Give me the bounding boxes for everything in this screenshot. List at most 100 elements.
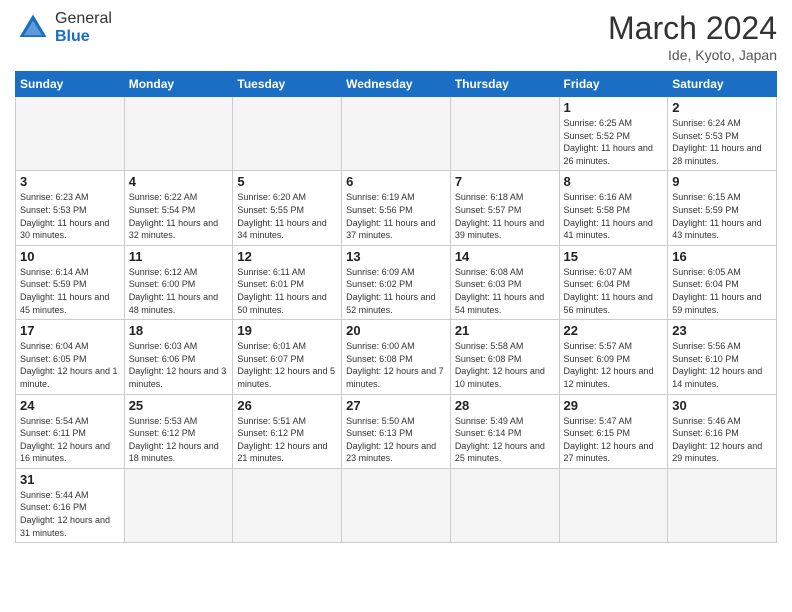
- month-year: March 2024: [608, 10, 777, 47]
- day-info: Sunrise: 5:54 AM Sunset: 6:11 PM Dayligh…: [20, 415, 120, 465]
- calendar-cell: [342, 468, 451, 542]
- day-info: Sunrise: 6:23 AM Sunset: 5:53 PM Dayligh…: [20, 191, 120, 241]
- day-info: Sunrise: 6:01 AM Sunset: 6:07 PM Dayligh…: [237, 340, 337, 390]
- day-info: Sunrise: 6:04 AM Sunset: 6:05 PM Dayligh…: [20, 340, 120, 390]
- day-info: Sunrise: 5:53 AM Sunset: 6:12 PM Dayligh…: [129, 415, 229, 465]
- calendar-cell: 21 Sunrise: 5:58 AM Sunset: 6:08 PM Dayli…: [450, 320, 559, 394]
- calendar-cell: 1Sunrise: 6:25 AM Sunset: 5:52 PM Daylig…: [559, 97, 668, 171]
- day-info: Sunrise: 6:16 AM Sunset: 5:58 PM Dayligh…: [564, 191, 664, 241]
- day-info: Sunrise: 6:24 AM Sunset: 5:53 PM Dayligh…: [672, 117, 772, 167]
- day-number: 19: [237, 323, 337, 338]
- day-number: 12: [237, 249, 337, 264]
- day-info: Sunrise: 6:05 AM Sunset: 6:04 PM Dayligh…: [672, 266, 772, 316]
- day-info: Sunrise: 6:19 AM Sunset: 5:56 PM Dayligh…: [346, 191, 446, 241]
- calendar-cell: 16Sunrise: 6:05 AM Sunset: 6:04 PM Dayli…: [668, 245, 777, 319]
- day-number: 24: [20, 398, 120, 413]
- calendar-cell: 12 Sunrise: 6:11 AM Sunset: 6:01 PM Dayli…: [233, 245, 342, 319]
- day-info: Sunrise: 5:57 AM Sunset: 6:09 PM Dayligh…: [564, 340, 664, 390]
- weekday-header-monday: Monday: [124, 72, 233, 97]
- location: Ide, Kyoto, Japan: [608, 47, 777, 63]
- day-number: 23: [672, 323, 772, 338]
- day-info: Sunrise: 6:00 AM Sunset: 6:08 PM Dayligh…: [346, 340, 446, 390]
- calendar-page: General Blue March 2024 Ide, Kyoto, Japa…: [0, 0, 792, 612]
- calendar-cell: [450, 97, 559, 171]
- calendar-cell: [233, 468, 342, 542]
- calendar-cell: [124, 97, 233, 171]
- logo-text: General Blue: [55, 10, 112, 45]
- day-info: Sunrise: 6:22 AM Sunset: 5:54 PM Dayligh…: [129, 191, 229, 241]
- weekday-header-sunday: Sunday: [16, 72, 125, 97]
- logo-icon: [15, 10, 51, 46]
- calendar-cell: 26Sunrise: 5:51 AM Sunset: 6:12 PM Dayli…: [233, 394, 342, 468]
- calendar-cell: 7 Sunrise: 6:18 AM Sunset: 5:57 PM Daylig…: [450, 171, 559, 245]
- logo: General Blue: [15, 10, 112, 46]
- day-number: 7: [455, 174, 555, 189]
- day-info: Sunrise: 6:12 AM Sunset: 6:00 PM Dayligh…: [129, 266, 229, 316]
- calendar-cell: 25 Sunrise: 5:53 AM Sunset: 6:12 PM Dayli…: [124, 394, 233, 468]
- day-info: Sunrise: 6:20 AM Sunset: 5:55 PM Dayligh…: [237, 191, 337, 241]
- calendar-cell: 23Sunrise: 5:56 AM Sunset: 6:10 PM Dayli…: [668, 320, 777, 394]
- header: General Blue March 2024 Ide, Kyoto, Japa…: [15, 10, 777, 63]
- calendar-cell: 8 Sunrise: 6:16 AM Sunset: 5:58 PM Daylig…: [559, 171, 668, 245]
- day-info: Sunrise: 6:14 AM Sunset: 5:59 PM Dayligh…: [20, 266, 120, 316]
- day-number: 27: [346, 398, 446, 413]
- calendar-cell: [16, 97, 125, 171]
- weekday-header-friday: Friday: [559, 72, 668, 97]
- day-info: Sunrise: 5:51 AM Sunset: 6:12 PM Dayligh…: [237, 415, 337, 465]
- day-info: Sunrise: 5:49 AM Sunset: 6:14 PM Dayligh…: [455, 415, 555, 465]
- day-info: Sunrise: 5:50 AM Sunset: 6:13 PM Dayligh…: [346, 415, 446, 465]
- day-number: 25: [129, 398, 229, 413]
- day-info: Sunrise: 6:25 AM Sunset: 5:52 PM Dayligh…: [564, 117, 664, 167]
- calendar-cell: 14Sunrise: 6:08 AM Sunset: 6:03 PM Dayli…: [450, 245, 559, 319]
- day-number: 30: [672, 398, 772, 413]
- calendar-cell: 5 Sunrise: 6:20 AM Sunset: 5:55 PM Daylig…: [233, 171, 342, 245]
- calendar-cell: 4Sunrise: 6:22 AM Sunset: 5:54 PM Daylig…: [124, 171, 233, 245]
- day-number: 8: [564, 174, 664, 189]
- calendar-cell: 22 Sunrise: 5:57 AM Sunset: 6:09 PM Dayli…: [559, 320, 668, 394]
- weekday-header-row: SundayMondayTuesdayWednesdayThursdayFrid…: [16, 72, 777, 97]
- day-number: 10: [20, 249, 120, 264]
- day-number: 5: [237, 174, 337, 189]
- calendar-cell: [559, 468, 668, 542]
- calendar-cell: [233, 97, 342, 171]
- day-info: Sunrise: 6:07 AM Sunset: 6:04 PM Dayligh…: [564, 266, 664, 316]
- day-info: Sunrise: 6:18 AM Sunset: 5:57 PM Dayligh…: [455, 191, 555, 241]
- calendar-cell: 30 Sunrise: 5:46 AM Sunset: 6:16 PM Dayli…: [668, 394, 777, 468]
- calendar-cell: [668, 468, 777, 542]
- week-row-5: 24 Sunrise: 5:54 AM Sunset: 6:11 PM Dayli…: [16, 394, 777, 468]
- day-number: 28: [455, 398, 555, 413]
- weekday-header-wednesday: Wednesday: [342, 72, 451, 97]
- day-info: Sunrise: 6:09 AM Sunset: 6:02 PM Dayligh…: [346, 266, 446, 316]
- logo-blue: Blue: [55, 28, 112, 46]
- day-number: 18: [129, 323, 229, 338]
- day-number: 3: [20, 174, 120, 189]
- day-info: Sunrise: 6:11 AM Sunset: 6:01 PM Dayligh…: [237, 266, 337, 316]
- day-number: 20: [346, 323, 446, 338]
- day-info: Sunrise: 5:46 AM Sunset: 6:16 PM Dayligh…: [672, 415, 772, 465]
- calendar-cell: 10 Sunrise: 6:14 AM Sunset: 5:59 PM Dayli…: [16, 245, 125, 319]
- day-number: 31: [20, 472, 120, 487]
- day-info: Sunrise: 6:15 AM Sunset: 5:59 PM Dayligh…: [672, 191, 772, 241]
- day-number: 2: [672, 100, 772, 115]
- calendar-cell: 15Sunrise: 6:07 AM Sunset: 6:04 PM Dayli…: [559, 245, 668, 319]
- week-row-4: 17Sunrise: 6:04 AM Sunset: 6:05 PM Dayli…: [16, 320, 777, 394]
- calendar-cell: 18Sunrise: 6:03 AM Sunset: 6:06 PM Dayli…: [124, 320, 233, 394]
- calendar-cell: [342, 97, 451, 171]
- calendar-cell: [124, 468, 233, 542]
- day-info: Sunrise: 6:08 AM Sunset: 6:03 PM Dayligh…: [455, 266, 555, 316]
- day-info: Sunrise: 5:44 AM Sunset: 6:16 PM Dayligh…: [20, 489, 120, 539]
- day-number: 11: [129, 249, 229, 264]
- calendar-cell: 11 Sunrise: 6:12 AM Sunset: 6:00 PM Dayli…: [124, 245, 233, 319]
- day-number: 21: [455, 323, 555, 338]
- day-number: 22: [564, 323, 664, 338]
- calendar-table: SundayMondayTuesdayWednesdayThursdayFrid…: [15, 71, 777, 543]
- day-info: Sunrise: 5:47 AM Sunset: 6:15 PM Dayligh…: [564, 415, 664, 465]
- calendar-cell: 6Sunrise: 6:19 AM Sunset: 5:56 PM Daylig…: [342, 171, 451, 245]
- calendar-cell: 13 Sunrise: 6:09 AM Sunset: 6:02 PM Dayli…: [342, 245, 451, 319]
- calendar-cell: 27 Sunrise: 5:50 AM Sunset: 6:13 PM Dayli…: [342, 394, 451, 468]
- calendar-cell: [450, 468, 559, 542]
- title-block: March 2024 Ide, Kyoto, Japan: [608, 10, 777, 63]
- calendar-cell: 28 Sunrise: 5:49 AM Sunset: 6:14 PM Dayli…: [450, 394, 559, 468]
- day-info: Sunrise: 5:58 AM Sunset: 6:08 PM Dayligh…: [455, 340, 555, 390]
- day-number: 13: [346, 249, 446, 264]
